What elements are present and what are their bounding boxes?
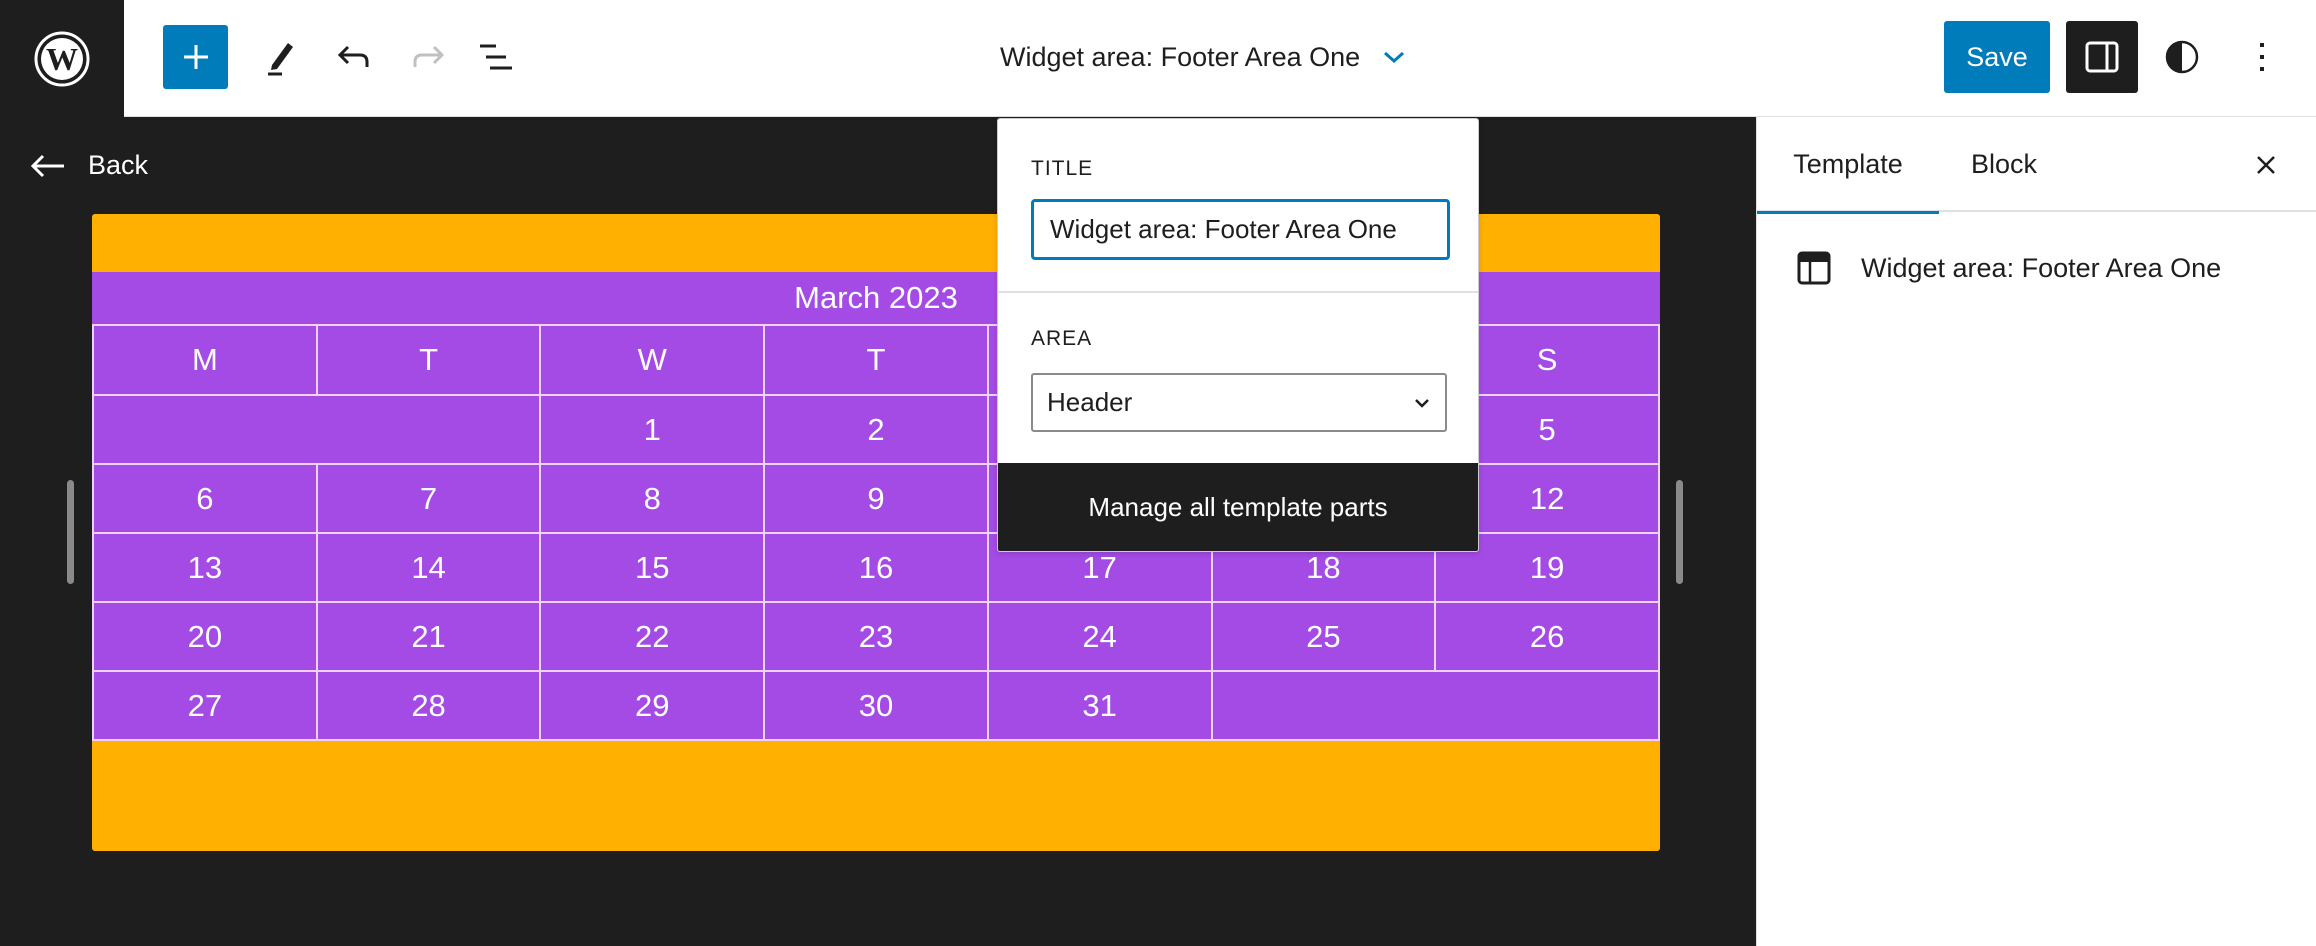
styles-button[interactable] (2150, 25, 2214, 89)
undo-icon (337, 45, 369, 67)
template-part-icon (1797, 251, 1831, 285)
svg-text:W: W (46, 41, 78, 77)
day-cell: 27 (92, 670, 318, 741)
day-cell: 9 (763, 463, 989, 534)
sidebar-toggle-icon (2085, 41, 2119, 73)
template-part-info: Widget area: Footer Area One (1797, 251, 2221, 285)
template-part-name: Widget area: Footer Area One (1861, 252, 2222, 283)
day-cell: 25 (1210, 601, 1437, 672)
sidebar-tabs: Template Block (1757, 117, 2316, 214)
weekday-cell: T (315, 324, 542, 396)
close-icon (2257, 156, 2275, 174)
title-input[interactable] (1031, 199, 1450, 260)
area-label: AREA (1031, 327, 1093, 350)
options-button[interactable] (2230, 25, 2294, 89)
area-select[interactable]: Header (1031, 373, 1447, 432)
redo-icon (413, 45, 445, 67)
plus-icon (183, 45, 208, 69)
pencil-icon (268, 43, 293, 76)
settings-toggle-button[interactable] (2066, 21, 2138, 93)
empty-day-cell (91, 394, 542, 465)
document-title: Widget area: Footer Area One (1000, 41, 1361, 72)
day-cell: 24 (986, 601, 1213, 672)
close-sidebar-button[interactable] (2242, 141, 2290, 189)
weekday-cell: M (92, 324, 318, 396)
redo-button[interactable] (396, 25, 460, 89)
day-cell: 8 (539, 463, 766, 534)
day-cell: 31 (986, 670, 1213, 741)
template-details-popover: TITLE AREA Header Manage all template pa… (997, 118, 1479, 552)
weekday-cell: T (763, 324, 989, 396)
editor-header: W Widget area: Footer Area One Save (0, 0, 2316, 117)
resize-handle-left[interactable] (67, 480, 74, 584)
back-label: Back (88, 150, 149, 180)
day-cell: 20 (92, 601, 318, 672)
weekday-cell: W (539, 324, 766, 396)
settings-sidebar: Template Block Widget area: Footer Area … (1756, 117, 2316, 946)
undo-button[interactable] (322, 25, 386, 89)
list-view-button[interactable] (464, 25, 528, 89)
day-cell: 23 (763, 601, 989, 672)
tools-button[interactable] (248, 25, 312, 89)
day-cell: 7 (315, 463, 542, 534)
tab-block[interactable]: Block (1971, 117, 2037, 212)
title-section: TITLE (998, 119, 1478, 293)
add-block-button[interactable] (163, 25, 228, 89)
day-cell: 14 (315, 532, 542, 603)
tab-template[interactable]: Template (1757, 117, 1939, 214)
area-section: AREA Header (998, 293, 1478, 463)
vertical-ellipsis-icon (2260, 43, 2264, 71)
save-button[interactable]: Save (1944, 21, 2050, 93)
day-cell: 30 (763, 670, 989, 741)
day-cell: 15 (539, 532, 766, 603)
day-cell: 26 (1434, 601, 1660, 672)
day-cell: 2 (763, 394, 989, 465)
chevron-down-icon (1415, 398, 1429, 408)
day-cell: 29 (539, 670, 766, 741)
wordpress-logo-icon: W (34, 31, 90, 86)
week-row: 20 21 22 23 24 25 26 (92, 601, 1660, 672)
day-cell: 13 (92, 532, 318, 603)
week-row: 27 28 29 30 31 (92, 670, 1661, 741)
day-cell: 21 (315, 601, 542, 672)
half-circle-contrast-icon (2165, 40, 2199, 74)
empty-day-cell (1210, 670, 1661, 741)
title-label: TITLE (1031, 157, 1094, 180)
manage-template-parts-button[interactable]: Manage all template parts (998, 463, 1478, 551)
day-cell: 28 (315, 670, 542, 741)
wordpress-logo-button[interactable]: W (0, 0, 124, 117)
resize-handle-right[interactable] (1676, 480, 1683, 584)
document-title-dropdown[interactable]: Widget area: Footer Area One (1000, 25, 1406, 89)
day-cell: 16 (763, 532, 989, 603)
day-cell: 22 (539, 601, 766, 672)
day-cell: 1 (539, 394, 766, 465)
day-cell: 6 (92, 463, 318, 534)
list-view-icon (480, 44, 512, 70)
arrow-left-icon (30, 154, 64, 177)
area-selected-value: Header (1047, 387, 1133, 417)
chevron-down-icon (1384, 51, 1405, 64)
back-button[interactable]: Back (30, 150, 148, 181)
